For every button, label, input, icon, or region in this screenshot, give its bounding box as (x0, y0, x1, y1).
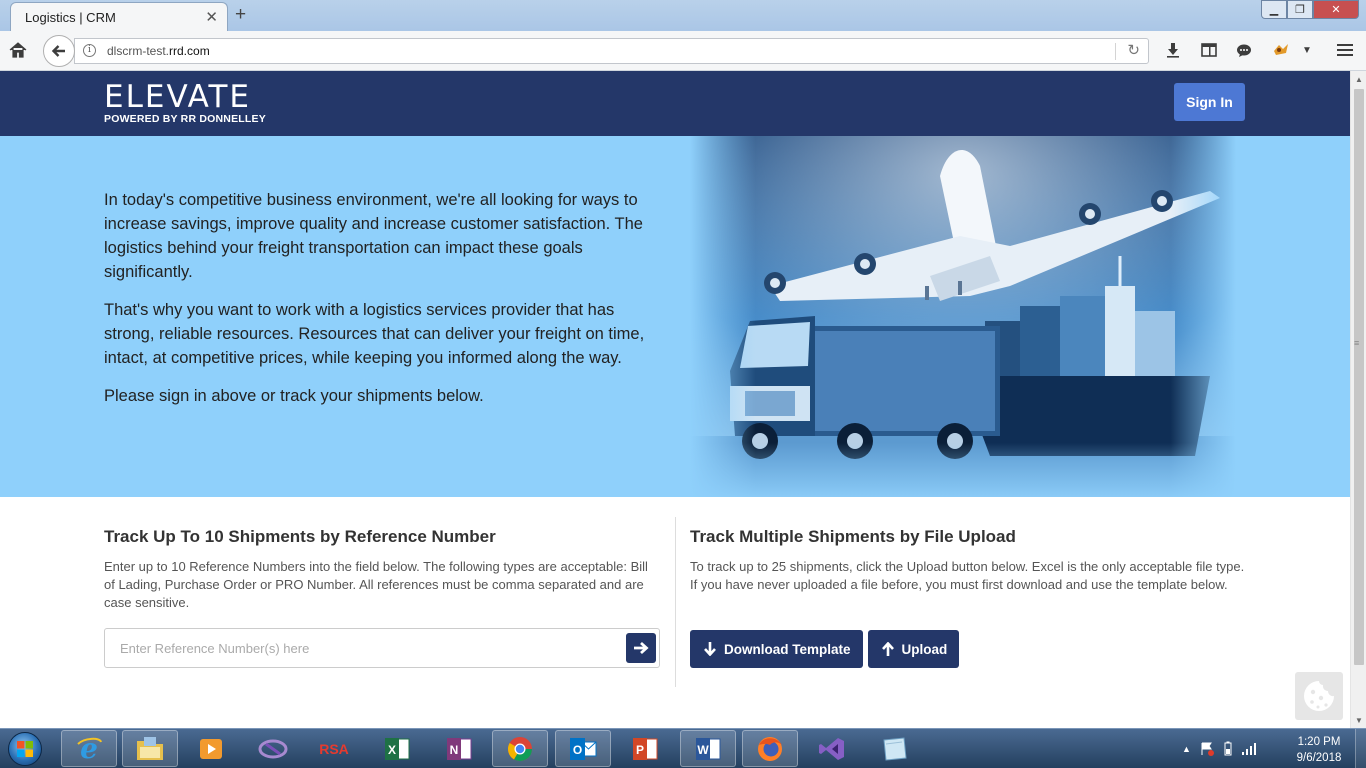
internet-explorer-icon[interactable]: e (61, 730, 117, 767)
word-icon[interactable]: W (680, 730, 736, 767)
outlook-icon[interactable]: O (555, 730, 611, 767)
system-tray: ▲ (1182, 729, 1257, 768)
arrow-right-icon (634, 641, 649, 655)
visual-studio-blend-icon[interactable] (245, 730, 301, 767)
back-button[interactable] (43, 35, 75, 67)
downloads-icon[interactable] (1163, 40, 1183, 60)
visual-studio-icon[interactable] (804, 730, 860, 767)
track-by-reference-panel: Track Up To 10 Shipments by Reference Nu… (104, 527, 660, 668)
show-hidden-icons-icon[interactable]: ▲ (1182, 744, 1191, 754)
window-minimize-button[interactable]: ▁ (1261, 0, 1287, 19)
tab-title: Logistics | CRM (25, 10, 116, 25)
svg-text:N: N (450, 743, 459, 757)
sign-in-button[interactable]: Sign In (1174, 83, 1245, 121)
start-button[interactable] (4, 731, 46, 767)
rsa-label: RSA (319, 741, 349, 757)
url-text: dlscrm-test.rrd.com (107, 44, 210, 58)
transport-hero-image (690, 136, 1236, 497)
upload-button-row: Download Template Upload (690, 630, 960, 668)
scroll-up-arrow-icon[interactable]: ▲ (1355, 75, 1363, 84)
track-submit-button[interactable] (626, 633, 656, 663)
track-by-reference-title: Track Up To 10 Shipments by Reference Nu… (104, 527, 496, 546)
arrow-down-icon (704, 642, 716, 656)
windows-logo-icon (8, 732, 42, 766)
windows-taskbar: e RSA X N O P W ▲ 1:20 PM 9/6/2018 (0, 728, 1366, 768)
upload-button[interactable]: Upload (867, 630, 960, 668)
scrollbar-grip-icon: ≡ (1354, 338, 1360, 348)
extension-icon[interactable] (1271, 40, 1291, 60)
page-scrollbar[interactable]: ▲ ≡ ▼ (1350, 71, 1366, 728)
tracking-section: Track Up To 10 Shipments by Reference Nu… (0, 497, 1350, 728)
reference-search-box (104, 628, 660, 668)
browser-tab-active[interactable]: Logistics | CRM ✕ (10, 2, 228, 31)
action-center-flag-icon[interactable] (1199, 741, 1215, 757)
svg-text:X: X (388, 743, 396, 757)
hero-paragraph-1: In today's competitive business environm… (104, 191, 643, 281)
upload-label: Upload (901, 641, 948, 657)
section-divider (675, 517, 676, 687)
clock-date: 9/6/2018 (1296, 752, 1342, 764)
firefox-icon[interactable] (742, 730, 798, 767)
hero-paragraph-2: That's why you want to work with a logis… (104, 301, 645, 367)
show-desktop-button[interactable] (1355, 729, 1366, 768)
svg-text:O: O (573, 743, 582, 757)
powerpoint-icon[interactable]: P (617, 730, 673, 767)
chat-icon[interactable] (1234, 40, 1254, 60)
logo-subtitle: POWERED BY RR DONNELLEY (104, 113, 266, 125)
window-maximize-button[interactable]: ❐ (1287, 0, 1313, 19)
excel-icon[interactable]: X (369, 730, 425, 767)
url-separator (1115, 43, 1116, 60)
battery-icon[interactable] (1223, 741, 1233, 757)
track-by-upload-panel: Track Multiple Shipments by File Upload … (690, 527, 1250, 668)
track-by-upload-description: To track up to 25 shipments, click the U… (690, 559, 1245, 592)
cookie-icon (1304, 681, 1334, 711)
svg-text:W: W (697, 743, 709, 757)
track-by-reference-description: Enter up to 10 Reference Numbers into th… (104, 559, 648, 610)
media-player-icon[interactable] (183, 730, 239, 767)
site-info-icon[interactable]: i (83, 44, 96, 57)
reference-number-input[interactable] (106, 630, 621, 666)
web-page: ELEVATE POWERED BY RR DONNELLEY Sign In … (0, 71, 1350, 728)
hero-paragraph-3: Please sign in above or track your shipm… (104, 387, 484, 405)
chrome-icon[interactable] (492, 730, 548, 767)
system-clock[interactable]: 1:20 PM 9/6/2018 (1288, 734, 1350, 766)
clock-time: 1:20 PM (1297, 736, 1341, 748)
hero-text: In today's competitive business environm… (104, 188, 664, 422)
arrow-up-icon (881, 642, 894, 656)
sidebar-icon[interactable] (1199, 40, 1219, 60)
hero-section: In today's competitive business environm… (0, 136, 1350, 497)
sticky-notes-icon[interactable] (866, 730, 922, 767)
logo-text: ELEVATE (104, 79, 251, 115)
rsa-icon[interactable]: RSA (306, 730, 362, 767)
home-icon[interactable] (8, 40, 28, 60)
elevate-logo[interactable]: ELEVATE POWERED BY RR DONNELLEY (104, 81, 266, 125)
browser-toolbar: i dlscrm-test.rrd.com ↻ ▼ (0, 31, 1366, 71)
address-bar[interactable]: i dlscrm-test.rrd.com ↻ (74, 38, 1149, 64)
scroll-down-arrow-icon[interactable]: ▼ (1355, 716, 1363, 725)
file-explorer-icon[interactable] (122, 730, 178, 767)
site-header: ELEVATE POWERED BY RR DONNELLEY Sign In (0, 71, 1350, 136)
window-close-button[interactable]: ✕ (1313, 0, 1359, 19)
track-by-upload-title: Track Multiple Shipments by File Upload (690, 527, 1016, 546)
download-template-label: Download Template (724, 641, 851, 657)
network-signal-icon[interactable] (1241, 742, 1257, 756)
reload-icon[interactable]: ↻ (1127, 41, 1140, 59)
onenote-icon[interactable]: N (431, 730, 487, 767)
new-tab-icon[interactable]: + (235, 4, 246, 26)
scrollbar-thumb[interactable] (1354, 89, 1364, 665)
back-arrow-icon (51, 45, 65, 57)
svg-text:P: P (636, 743, 644, 757)
browser-tab-strip: Logistics | CRM ✕ + ▁ ❐ ✕ (0, 0, 1366, 31)
download-template-button[interactable]: Download Template (690, 630, 863, 668)
hamburger-menu-icon[interactable] (1335, 40, 1355, 60)
extension-menu-chevron-icon[interactable]: ▼ (1297, 40, 1317, 60)
close-tab-icon[interactable]: ✕ (205, 8, 218, 26)
cookie-settings-button[interactable] (1295, 672, 1343, 720)
